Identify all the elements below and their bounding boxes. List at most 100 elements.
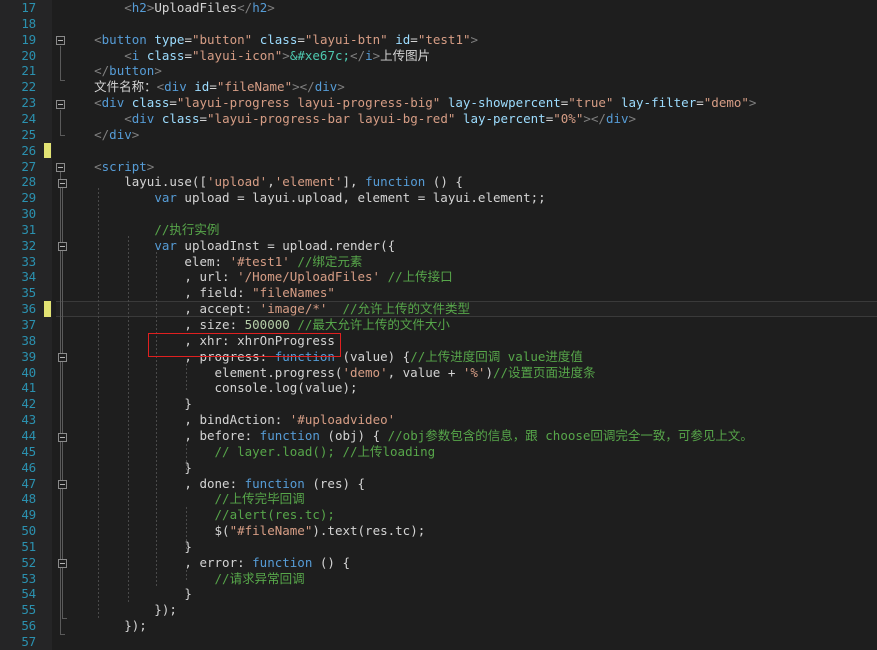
line-code[interactable]: //alert(res.tc); <box>64 507 335 523</box>
line-number: 29 <box>21 190 36 206</box>
code-line[interactable]: 40 element.progress('demo', value + '%')… <box>0 365 877 381</box>
line-code[interactable]: <script> <box>64 159 154 175</box>
code-line[interactable]: 19 <button type="button" class="layui-bt… <box>0 32 877 48</box>
code-line[interactable]: 51 } <box>0 539 877 555</box>
line-number: 45 <box>21 443 36 459</box>
line-number: 37 <box>21 317 36 332</box>
code-line[interactable]: 18 <box>0 16 877 32</box>
line-number: 56 <box>21 618 36 634</box>
line-code[interactable]: } <box>64 539 192 555</box>
code-line[interactable]: 28 layui.use(['upload','element'], funct… <box>0 174 877 190</box>
line-code[interactable]: , field: "fileNames" <box>64 285 335 301</box>
code-line[interactable]: 22 文件名称：<div id="fileName"></div> <box>0 79 877 95</box>
line-number: 51 <box>21 538 36 554</box>
line-code[interactable]: //请求异常回调 <box>64 571 305 587</box>
line-code[interactable]: <i class="layui-icon">&#xe67c;</i>上传图片 <box>64 48 430 64</box>
line-number: 32 <box>21 237 36 253</box>
line-code[interactable]: 文件名称：<div id="fileName"></div> <box>64 79 345 95</box>
line-number: 24 <box>21 110 36 126</box>
line-code[interactable]: , size: 500000 //最大允许上传的文件大小 <box>64 317 449 333</box>
line-number: 17 <box>21 0 36 15</box>
code-line[interactable]: 44 , before: function (obj) { //obj参数包含的… <box>0 428 877 444</box>
code-line[interactable]: 50 $("#fileName").text(res.tc); <box>0 523 877 539</box>
line-number: 31 <box>21 221 36 237</box>
line-number: 46 <box>21 459 36 475</box>
line-code[interactable]: , accept: 'image/*' //允许上传的文件类型 <box>64 301 470 317</box>
code-line[interactable]: 38 , xhr: xhrOnProgress <box>0 333 877 349</box>
code-line[interactable]: 33 elem: '#test1' //绑定元素 <box>0 254 877 270</box>
code-line[interactable]: 42 } <box>0 396 877 412</box>
code-line[interactable]: 56 }); <box>0 618 877 634</box>
line-code[interactable]: , bindAction: '#uploadvideo' <box>64 412 395 428</box>
line-code[interactable]: <div class="layui-progress-bar layui-bg-… <box>64 111 636 127</box>
line-code[interactable]: var upload = layui.upload, element = lay… <box>64 190 545 206</box>
line-code[interactable]: }); <box>64 618 147 634</box>
line-code[interactable]: } <box>64 460 192 476</box>
line-number: 25 <box>21 126 36 142</box>
code-line[interactable]: 25 </div> <box>0 127 877 143</box>
line-number: 40 <box>21 364 36 380</box>
line-number: 49 <box>21 507 36 523</box>
line-number: 33 <box>21 253 36 269</box>
code-line[interactable]: 35 , field: "fileNames" <box>0 285 877 301</box>
line-code[interactable]: , url: '/Home/UploadFiles' //上传接口 <box>64 269 452 285</box>
code-line[interactable]: 54 } <box>0 586 877 602</box>
line-code[interactable]: }); <box>64 602 177 618</box>
line-number: 21 <box>21 63 36 79</box>
line-code[interactable]: layui.use(['upload','element'], function… <box>64 174 463 190</box>
code-line[interactable]: 21 </button> <box>0 63 877 79</box>
code-line[interactable]: 39 , progress: function (value) {//上传进度回… <box>0 349 877 365</box>
line-code[interactable]: , before: function (obj) { //obj参数包含的信息，… <box>64 428 753 444</box>
code-line[interactable]: 52 , error: function () { <box>0 555 877 571</box>
code-line[interactable]: 41 console.log(value); <box>0 380 877 396</box>
line-number: 38 <box>21 332 36 348</box>
code-line[interactable]: 49 //alert(res.tc); <box>0 507 877 523</box>
code-line[interactable]: 36 , accept: 'image/*' //允许上传的文件类型 <box>0 301 877 317</box>
line-code[interactable]: console.log(value); <box>64 380 358 396</box>
line-number: 42 <box>21 396 36 412</box>
line-code[interactable]: </div> <box>64 127 139 143</box>
code-line[interactable]: 43 , bindAction: '#uploadvideo' <box>0 412 877 428</box>
code-line[interactable]: 45 // layer.load(); //上传loading <box>0 444 877 460</box>
code-line[interactable]: 23 <div class="layui-progress layui-prog… <box>0 95 877 111</box>
line-code[interactable]: //执行实例 <box>64 222 219 238</box>
line-code[interactable]: } <box>64 396 192 412</box>
line-code[interactable]: </button> <box>64 63 162 79</box>
line-code[interactable]: //上传完毕回调 <box>64 491 305 507</box>
line-code[interactable]: <button type="button" class="layui-btn" … <box>64 32 478 48</box>
line-number: 44 <box>21 427 36 443</box>
code-line[interactable]: 37 , size: 500000 //最大允许上传的文件大小 <box>0 317 877 333</box>
code-line[interactable]: 17 <h2>UploadFiles</h2> <box>0 0 877 16</box>
line-code[interactable]: $("#fileName").text(res.tc); <box>64 523 426 539</box>
line-code[interactable]: , done: function (res) { <box>64 476 365 492</box>
line-code[interactable]: <h2>UploadFiles</h2> <box>64 0 275 16</box>
code-line[interactable]: 48 //上传完毕回调 <box>0 491 877 507</box>
code-line[interactable]: 57 <box>0 634 877 650</box>
line-number: 43 <box>21 412 36 428</box>
code-line[interactable]: 20 <i class="layui-icon">&#xe67c;</i>上传图… <box>0 48 877 64</box>
code-line[interactable]: 55 }); <box>0 602 877 618</box>
code-line[interactable]: 34 , url: '/Home/UploadFiles' //上传接口 <box>0 269 877 285</box>
code-line[interactable]: 27 <script> <box>0 159 877 175</box>
line-code[interactable]: element.progress('demo', value + '%')//设… <box>64 365 596 381</box>
line-code[interactable]: <div class="layui-progress layui-progres… <box>64 95 756 111</box>
code-line[interactable]: 32 var uploadInst = upload.render({ <box>0 238 877 254</box>
code-line[interactable]: 26 <box>0 143 877 159</box>
code-line[interactable]: 24 <div class="layui-progress-bar layui-… <box>0 111 877 127</box>
code-line[interactable]: 53 //请求异常回调 <box>0 571 877 587</box>
code-line[interactable]: 47 , done: function (res) { <box>0 476 877 492</box>
code-line[interactable]: 46 } <box>0 460 877 476</box>
line-number: 41 <box>21 380 36 396</box>
code-line[interactable]: 29 var upload = layui.upload, element = … <box>0 190 877 206</box>
code-line[interactable]: 31 //执行实例 <box>0 222 877 238</box>
line-code[interactable]: } <box>64 586 192 602</box>
code-line[interactable]: 30 <box>0 206 877 222</box>
line-code[interactable]: elem: '#test1' //绑定元素 <box>64 254 362 270</box>
line-code[interactable]: , progress: function (value) {//上传进度回调 v… <box>64 349 583 365</box>
line-code[interactable]: , error: function () { <box>64 555 350 571</box>
code-editor[interactable]: 17 <h2>UploadFiles</h2> 18 19 <button type… <box>0 0 877 650</box>
line-number: 27 <box>21 158 36 174</box>
line-code[interactable]: // layer.load(); //上传loading <box>64 444 436 460</box>
line-code[interactable]: var uploadInst = upload.render({ <box>64 238 395 254</box>
line-code[interactable]: , xhr: xhrOnProgress <box>64 333 335 349</box>
